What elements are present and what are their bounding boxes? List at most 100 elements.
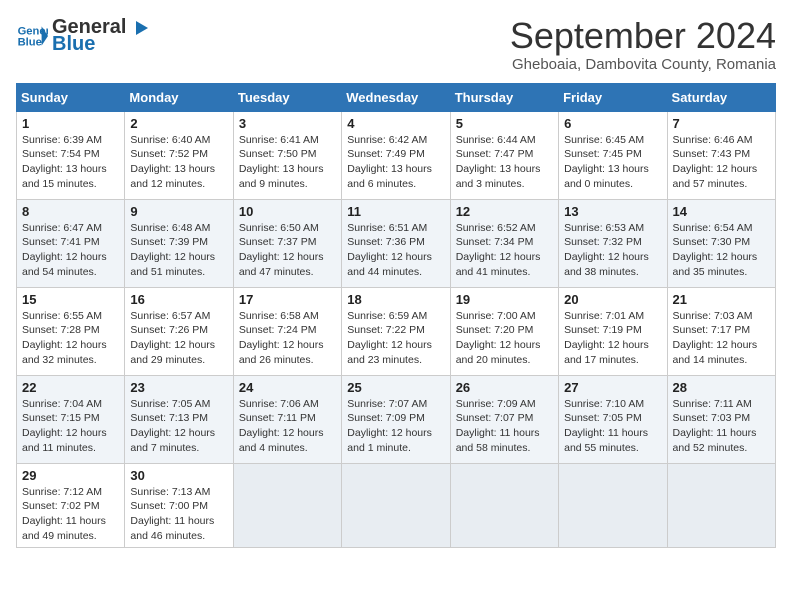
header-row: SundayMondayTuesdayWednesdayThursdayFrid… [17, 83, 776, 111]
day-number: 11 [347, 204, 444, 219]
calendar-cell: 11 Sunrise: 6:51 AMSunset: 7:36 PMDaylig… [342, 199, 450, 287]
cell-content: Sunrise: 6:54 AMSunset: 7:30 PMDaylight:… [673, 221, 770, 280]
calendar-cell: 12 Sunrise: 6:52 AMSunset: 7:34 PMDaylig… [450, 199, 558, 287]
cell-content: Sunrise: 6:52 AMSunset: 7:34 PMDaylight:… [456, 221, 553, 280]
calendar-cell: 15 Sunrise: 6:55 AMSunset: 7:28 PMDaylig… [17, 287, 125, 375]
cell-content: Sunrise: 7:05 AMSunset: 7:13 PMDaylight:… [130, 397, 227, 456]
cell-content: Sunrise: 7:07 AMSunset: 7:09 PMDaylight:… [347, 397, 444, 456]
cell-content: Sunrise: 6:44 AMSunset: 7:47 PMDaylight:… [456, 133, 553, 192]
day-number: 5 [456, 116, 553, 131]
cell-content: Sunrise: 6:51 AMSunset: 7:36 PMDaylight:… [347, 221, 444, 280]
day-number: 17 [239, 292, 336, 307]
svg-text:Blue: Blue [18, 37, 42, 49]
calendar-cell: 26 Sunrise: 7:09 AMSunset: 7:07 PMDaylig… [450, 375, 558, 463]
day-number: 19 [456, 292, 553, 307]
day-number: 21 [673, 292, 770, 307]
cell-content: Sunrise: 7:04 AMSunset: 7:15 PMDaylight:… [22, 397, 119, 456]
cell-content: Sunrise: 7:06 AMSunset: 7:11 PMDaylight:… [239, 397, 336, 456]
calendar-cell: 5 Sunrise: 6:44 AMSunset: 7:47 PMDayligh… [450, 111, 558, 199]
cell-content: Sunrise: 6:53 AMSunset: 7:32 PMDaylight:… [564, 221, 661, 280]
day-number: 12 [456, 204, 553, 219]
day-number: 3 [239, 116, 336, 131]
day-number: 20 [564, 292, 661, 307]
cell-content: Sunrise: 7:11 AMSunset: 7:03 PMDaylight:… [673, 397, 770, 456]
calendar-cell: 23 Sunrise: 7:05 AMSunset: 7:13 PMDaylig… [125, 375, 233, 463]
calendar-cell: 8 Sunrise: 6:47 AMSunset: 7:41 PMDayligh… [17, 199, 125, 287]
header-day: Sunday [17, 83, 125, 111]
calendar-cell: 4 Sunrise: 6:42 AMSunset: 7:49 PMDayligh… [342, 111, 450, 199]
cell-content: Sunrise: 7:09 AMSunset: 7:07 PMDaylight:… [456, 397, 553, 456]
logo: General Blue General Blue [16, 16, 150, 56]
cell-content: Sunrise: 6:50 AMSunset: 7:37 PMDaylight:… [239, 221, 336, 280]
calendar-table: SundayMondayTuesdayWednesdayThursdayFrid… [16, 83, 776, 549]
calendar-cell [559, 463, 667, 548]
cell-content: Sunrise: 6:47 AMSunset: 7:41 PMDaylight:… [22, 221, 119, 280]
day-number: 8 [22, 204, 119, 219]
cell-content: Sunrise: 7:12 AMSunset: 7:02 PMDaylight:… [22, 485, 119, 544]
calendar-cell: 14 Sunrise: 6:54 AMSunset: 7:30 PMDaylig… [667, 199, 775, 287]
cell-content: Sunrise: 6:46 AMSunset: 7:43 PMDaylight:… [673, 133, 770, 192]
calendar-cell: 9 Sunrise: 6:48 AMSunset: 7:39 PMDayligh… [125, 199, 233, 287]
calendar-cell: 7 Sunrise: 6:46 AMSunset: 7:43 PMDayligh… [667, 111, 775, 199]
cell-content: Sunrise: 7:01 AMSunset: 7:19 PMDaylight:… [564, 309, 661, 368]
day-number: 1 [22, 116, 119, 131]
calendar-cell [342, 463, 450, 548]
calendar-cell: 16 Sunrise: 6:57 AMSunset: 7:26 PMDaylig… [125, 287, 233, 375]
day-number: 25 [347, 380, 444, 395]
calendar-cell: 21 Sunrise: 7:03 AMSunset: 7:17 PMDaylig… [667, 287, 775, 375]
cell-content: Sunrise: 6:55 AMSunset: 7:28 PMDaylight:… [22, 309, 119, 368]
calendar-cell: 1 Sunrise: 6:39 AMSunset: 7:54 PMDayligh… [17, 111, 125, 199]
logo-arrow-icon [128, 17, 150, 39]
title-block: September 2024 Gheboaia, Dambovita Count… [510, 16, 776, 73]
calendar-cell [667, 463, 775, 548]
day-number: 30 [130, 468, 227, 483]
calendar-cell: 28 Sunrise: 7:11 AMSunset: 7:03 PMDaylig… [667, 375, 775, 463]
day-number: 7 [673, 116, 770, 131]
header-day: Thursday [450, 83, 558, 111]
day-number: 16 [130, 292, 227, 307]
day-number: 13 [564, 204, 661, 219]
page-header: General Blue General Blue September 2024… [16, 16, 776, 73]
cell-content: Sunrise: 6:39 AMSunset: 7:54 PMDaylight:… [22, 133, 119, 192]
calendar-cell: 19 Sunrise: 7:00 AMSunset: 7:20 PMDaylig… [450, 287, 558, 375]
location-subtitle: Gheboaia, Dambovita County, Romania [510, 56, 776, 73]
day-number: 18 [347, 292, 444, 307]
calendar-cell: 10 Sunrise: 6:50 AMSunset: 7:37 PMDaylig… [233, 199, 341, 287]
calendar-cell: 27 Sunrise: 7:10 AMSunset: 7:05 PMDaylig… [559, 375, 667, 463]
header-day: Monday [125, 83, 233, 111]
header-day: Tuesday [233, 83, 341, 111]
calendar-cell: 20 Sunrise: 7:01 AMSunset: 7:19 PMDaylig… [559, 287, 667, 375]
calendar-cell: 2 Sunrise: 6:40 AMSunset: 7:52 PMDayligh… [125, 111, 233, 199]
calendar-cell: 24 Sunrise: 7:06 AMSunset: 7:11 PMDaylig… [233, 375, 341, 463]
calendar-cell: 3 Sunrise: 6:41 AMSunset: 7:50 PMDayligh… [233, 111, 341, 199]
day-number: 15 [22, 292, 119, 307]
calendar-cell: 25 Sunrise: 7:07 AMSunset: 7:09 PMDaylig… [342, 375, 450, 463]
cell-content: Sunrise: 7:00 AMSunset: 7:20 PMDaylight:… [456, 309, 553, 368]
day-number: 28 [673, 380, 770, 395]
day-number: 24 [239, 380, 336, 395]
day-number: 29 [22, 468, 119, 483]
cell-content: Sunrise: 6:59 AMSunset: 7:22 PMDaylight:… [347, 309, 444, 368]
month-title: September 2024 [510, 16, 776, 56]
calendar-cell: 6 Sunrise: 6:45 AMSunset: 7:45 PMDayligh… [559, 111, 667, 199]
cell-content: Sunrise: 6:40 AMSunset: 7:52 PMDaylight:… [130, 133, 227, 192]
cell-content: Sunrise: 6:45 AMSunset: 7:45 PMDaylight:… [564, 133, 661, 192]
calendar-cell: 30 Sunrise: 7:13 AMSunset: 7:00 PMDaylig… [125, 463, 233, 548]
day-number: 14 [673, 204, 770, 219]
cell-content: Sunrise: 6:41 AMSunset: 7:50 PMDaylight:… [239, 133, 336, 192]
header-day: Wednesday [342, 83, 450, 111]
day-number: 2 [130, 116, 227, 131]
day-number: 10 [239, 204, 336, 219]
day-number: 23 [130, 380, 227, 395]
cell-content: Sunrise: 7:03 AMSunset: 7:17 PMDaylight:… [673, 309, 770, 368]
day-number: 9 [130, 204, 227, 219]
cell-content: Sunrise: 7:10 AMSunset: 7:05 PMDaylight:… [564, 397, 661, 456]
calendar-cell: 18 Sunrise: 6:59 AMSunset: 7:22 PMDaylig… [342, 287, 450, 375]
day-number: 6 [564, 116, 661, 131]
logo-icon: General Blue [16, 20, 48, 52]
cell-content: Sunrise: 7:13 AMSunset: 7:00 PMDaylight:… [130, 485, 227, 544]
calendar-cell: 29 Sunrise: 7:12 AMSunset: 7:02 PMDaylig… [17, 463, 125, 548]
day-number: 4 [347, 116, 444, 131]
calendar-cell [233, 463, 341, 548]
header-day: Friday [559, 83, 667, 111]
